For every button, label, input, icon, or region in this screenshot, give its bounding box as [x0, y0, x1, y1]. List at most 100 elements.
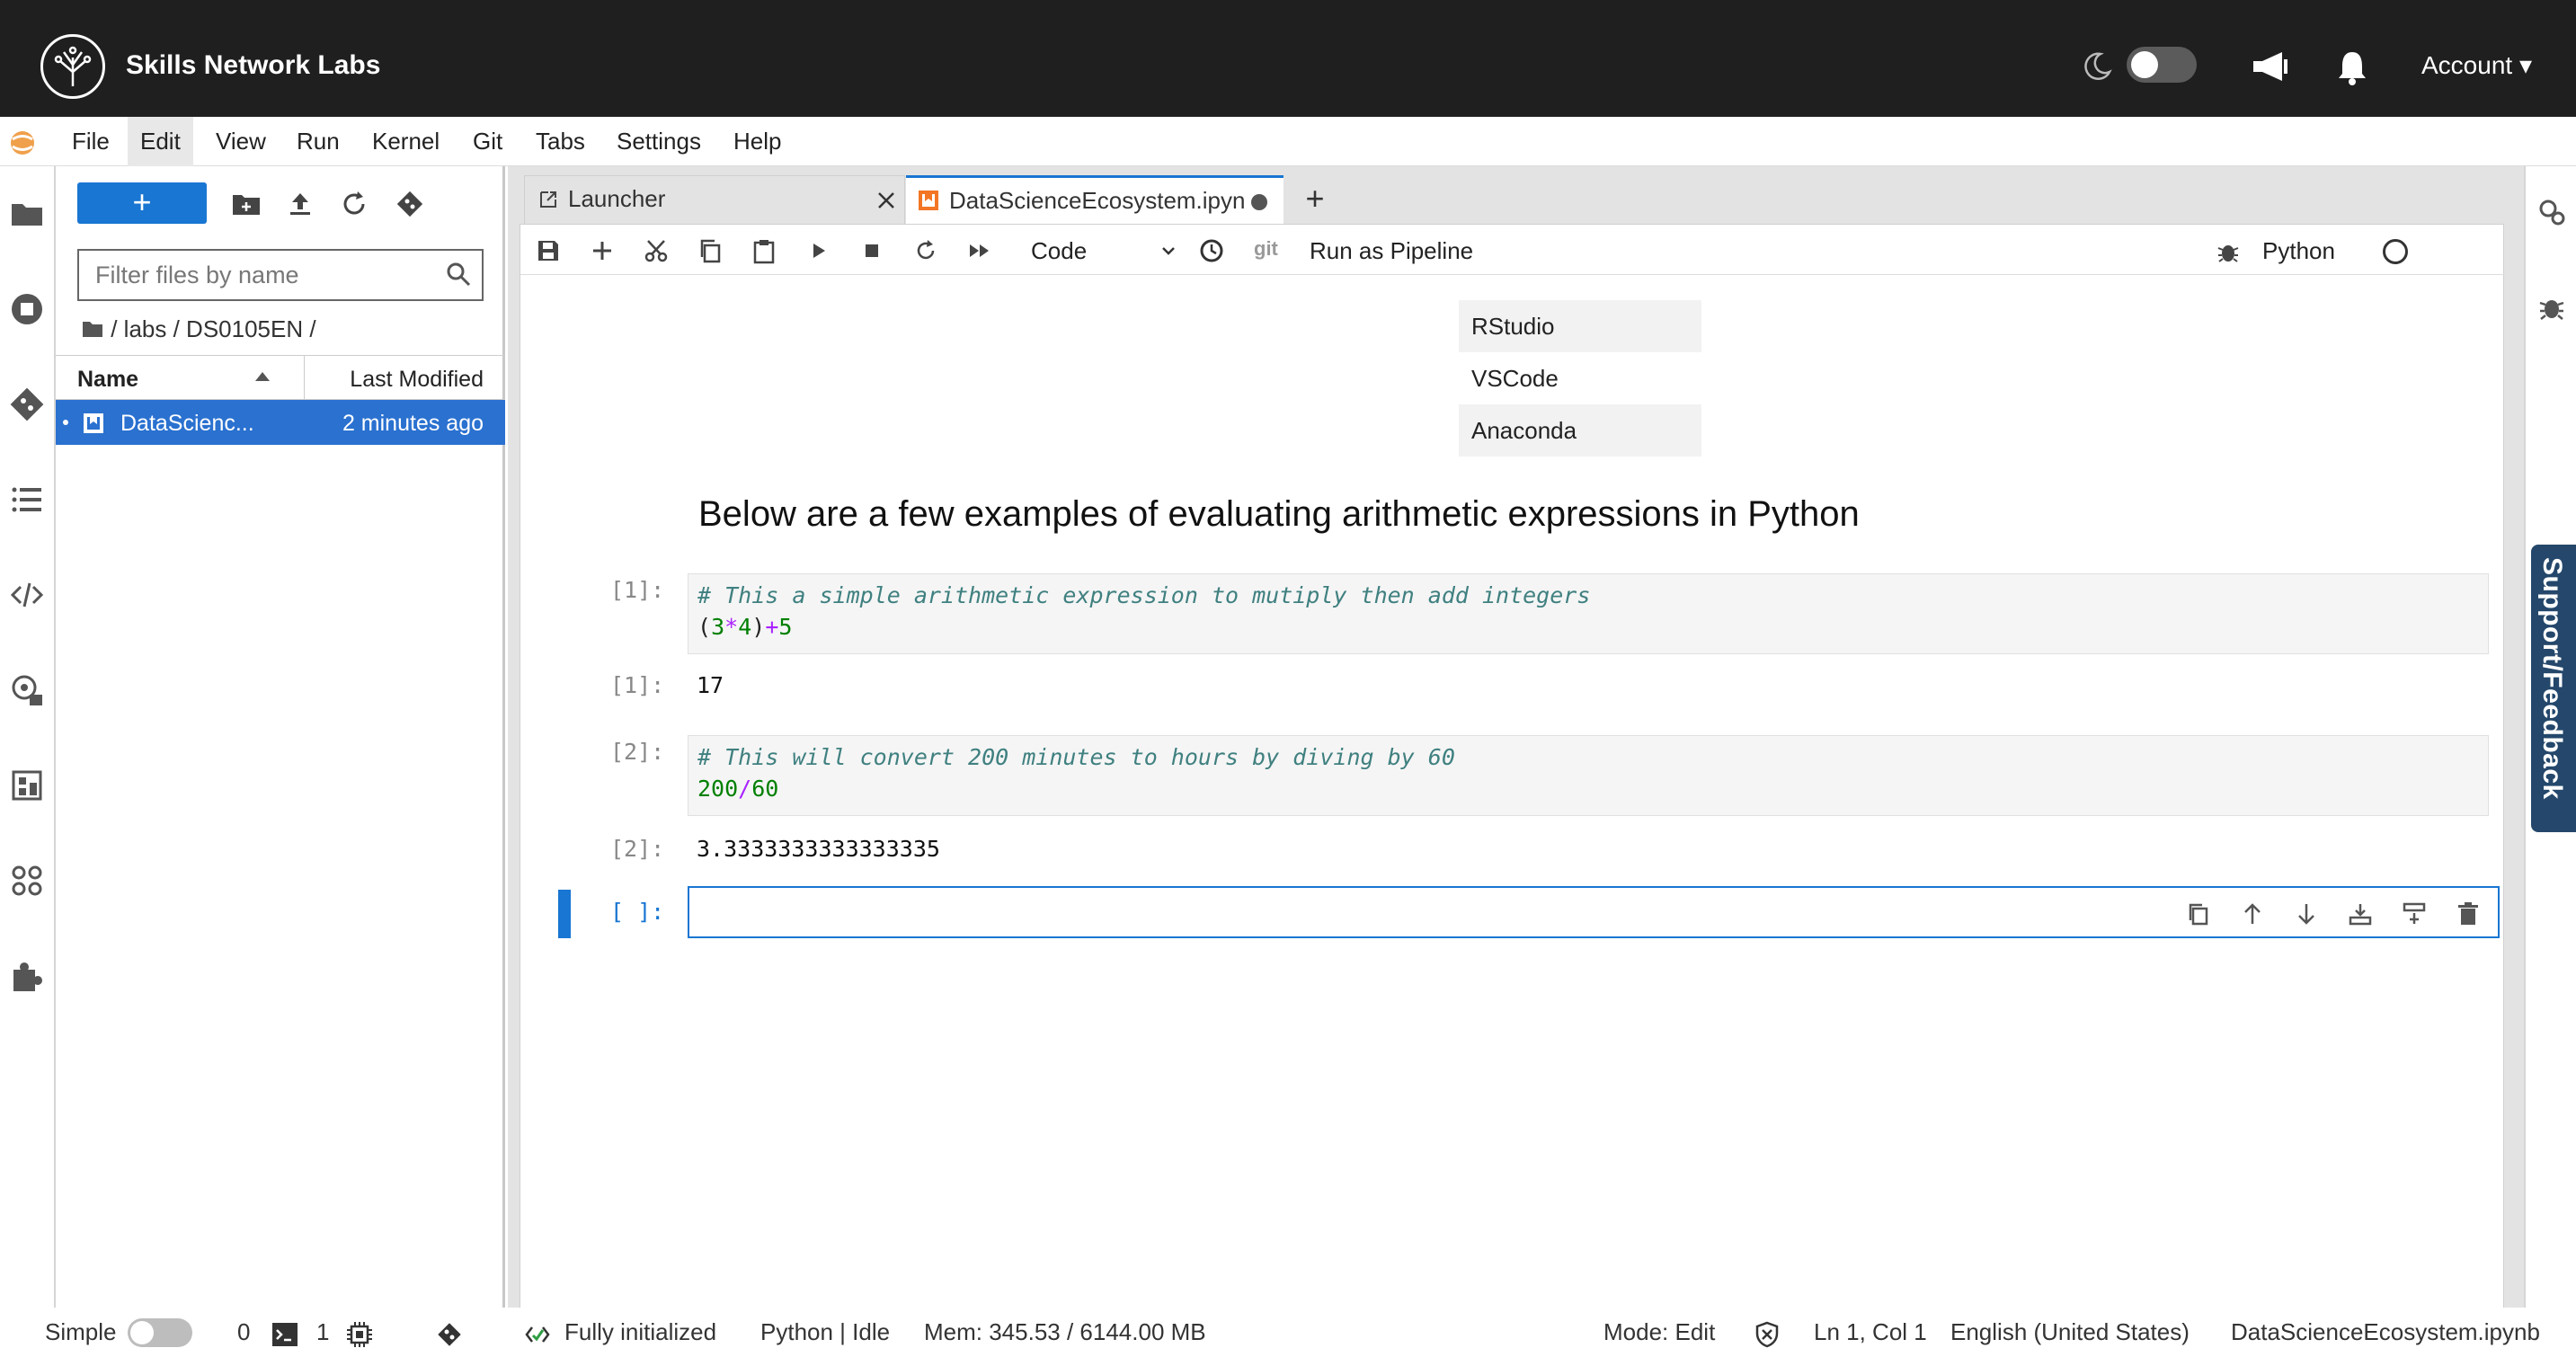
- terminal-icon[interactable]: [271, 1322, 298, 1347]
- support-feedback-label: Support/Feedback: [2537, 557, 2567, 800]
- git-icon[interactable]: [8, 386, 46, 423]
- property-inspector-icon[interactable]: [8, 671, 46, 709]
- cpu-icon[interactable]: [345, 1320, 374, 1349]
- unsaved-dot-icon[interactable]: [1251, 194, 1267, 210]
- elements-icon[interactable]: [8, 862, 46, 900]
- insert-above-icon[interactable]: [2347, 900, 2374, 927]
- file-name: DataScienc...: [120, 411, 254, 436]
- duplicate-cell-icon[interactable]: [2185, 900, 2212, 927]
- breadcrumb: / labs / DS0105EN /: [81, 315, 316, 343]
- new-launcher-button[interactable]: +: [77, 182, 207, 224]
- cell-output: 17: [697, 672, 724, 698]
- filter-files-input[interactable]: Filter files by name: [77, 249, 484, 301]
- debugger-bug-icon[interactable]: [2536, 292, 2567, 323]
- run-as-pipeline-button[interactable]: Run as Pipeline: [1310, 237, 1473, 265]
- git-diff-button[interactable]: git: [1254, 237, 1278, 261]
- breadcrumb-path[interactable]: / labs / DS0105EN /: [111, 315, 315, 342]
- tab-launcher[interactable]: Launcher: [524, 175, 905, 224]
- input-prompt: [2]:: [610, 739, 665, 765]
- menu-file[interactable]: File: [59, 117, 122, 166]
- brand-title: Skills Network Labs: [126, 50, 381, 80]
- moon-icon: [2084, 52, 2112, 81]
- launcher-icon: [540, 191, 556, 208]
- debugger-bug-icon[interactable]: [2216, 239, 2241, 264]
- refresh-icon[interactable]: [338, 188, 370, 220]
- menu-git[interactable]: Git: [460, 117, 515, 166]
- kernel-name[interactable]: Python: [2262, 237, 2335, 265]
- notebook-panel: Code git Run as Pipeline Python RStudio …: [520, 224, 2505, 1309]
- menu-edit[interactable]: Edit: [128, 117, 193, 166]
- bell-icon[interactable]: [2335, 49, 2369, 86]
- restart-icon[interactable]: [912, 237, 939, 264]
- account-menu[interactable]: Account ▾: [2421, 50, 2532, 80]
- move-down-icon[interactable]: [2293, 900, 2320, 927]
- new-folder-icon[interactable]: [230, 188, 262, 220]
- skills-network-logo-icon[interactable]: [40, 34, 105, 99]
- support-feedback-button[interactable]: Support/Feedback: [2531, 545, 2576, 832]
- tab-notebook-label: DataScienceEcosystem.ipyn: [949, 187, 1246, 214]
- toggle-knob: [130, 1321, 154, 1344]
- save-icon[interactable]: [535, 237, 562, 264]
- trust-shield-icon[interactable]: [1753, 1320, 1781, 1349]
- clock-icon[interactable]: [1198, 237, 1225, 264]
- move-up-icon[interactable]: [2239, 900, 2266, 927]
- copy-icon[interactable]: [697, 237, 724, 264]
- megaphone-icon[interactable]: [2250, 49, 2289, 84]
- theme-toggle[interactable]: [2127, 47, 2197, 83]
- menu-settings[interactable]: Settings: [604, 117, 714, 166]
- git-branch-icon[interactable]: [435, 1320, 464, 1349]
- add-tab-button[interactable]: +: [1296, 181, 1334, 220]
- memory-usage: Mem: 345.53 / 6144.00 MB: [924, 1318, 1206, 1345]
- column-name[interactable]: Name: [77, 367, 138, 393]
- cut-icon[interactable]: [643, 237, 670, 264]
- menu-help[interactable]: Help: [721, 117, 794, 166]
- table-row: Anaconda: [1459, 404, 1701, 457]
- kernel-count[interactable]: 1: [316, 1318, 329, 1346]
- fast-forward-icon[interactable]: [966, 237, 993, 264]
- column-last-modified[interactable]: Last Modified: [350, 367, 484, 393]
- puzzle-piece-icon[interactable]: [8, 957, 46, 995]
- tab-notebook[interactable]: DataScienceEcosystem.ipyn: [906, 175, 1284, 224]
- notebook-icon: [919, 191, 938, 210]
- file-row[interactable]: DataScienc... 2 minutes ago: [56, 400, 505, 445]
- running-sessions-icon[interactable]: [8, 290, 46, 328]
- upload-icon[interactable]: [284, 188, 316, 220]
- code-cell[interactable]: # This will convert 200 minutes to hours…: [688, 735, 2489, 816]
- menu-kernel[interactable]: Kernel: [360, 117, 452, 166]
- run-icon[interactable]: [804, 237, 831, 264]
- cursor-position[interactable]: Ln 1, Col 1: [1814, 1318, 1927, 1346]
- table-row: VSCode: [1471, 365, 1559, 392]
- simple-mode-toggle[interactable]: [128, 1318, 192, 1347]
- terminal-count[interactable]: 0: [237, 1318, 250, 1346]
- git-clone-icon[interactable]: [394, 188, 426, 220]
- output-prompt: [1]:: [610, 672, 665, 698]
- active-code-cell[interactable]: [688, 886, 2500, 938]
- folder-icon[interactable]: [81, 319, 104, 339]
- delete-cell-icon[interactable]: [2455, 900, 2482, 927]
- toggle-knob: [2131, 51, 2158, 78]
- table-of-contents-icon[interactable]: [8, 481, 46, 519]
- code-snippets-icon[interactable]: [8, 576, 46, 614]
- kernel-status[interactable]: Python | Idle: [760, 1318, 890, 1346]
- insert-below-icon[interactable]: [2401, 900, 2428, 927]
- paste-icon[interactable]: [751, 237, 777, 264]
- code-comment: # This a simple arithmetic expression to…: [697, 582, 1591, 608]
- chevron-down-icon[interactable]: [1160, 243, 1177, 259]
- menu-run[interactable]: Run: [284, 117, 352, 166]
- extension-manager-icon[interactable]: [8, 767, 46, 804]
- column-divider[interactable]: [304, 356, 305, 401]
- cell-type-select[interactable]: Code: [1031, 237, 1087, 265]
- lsp-status-text[interactable]: Fully initialized: [564, 1318, 716, 1346]
- folder-icon[interactable]: [8, 195, 46, 233]
- lsp-status-icon[interactable]: [523, 1320, 552, 1349]
- kernel-status-icon: [2383, 239, 2408, 264]
- simple-mode-label: Simple: [45, 1318, 117, 1345]
- menu-view[interactable]: View: [203, 117, 279, 166]
- insert-cell-icon[interactable]: [589, 237, 616, 264]
- menu-tabs[interactable]: Tabs: [523, 117, 598, 166]
- code-cell[interactable]: # This a simple arithmetic expression to…: [688, 573, 2489, 654]
- property-inspector-gear-icon[interactable]: [2536, 197, 2567, 227]
- display-language[interactable]: English (United States): [1950, 1318, 2190, 1346]
- stop-icon[interactable]: [858, 237, 885, 264]
- close-icon[interactable]: [875, 190, 897, 211]
